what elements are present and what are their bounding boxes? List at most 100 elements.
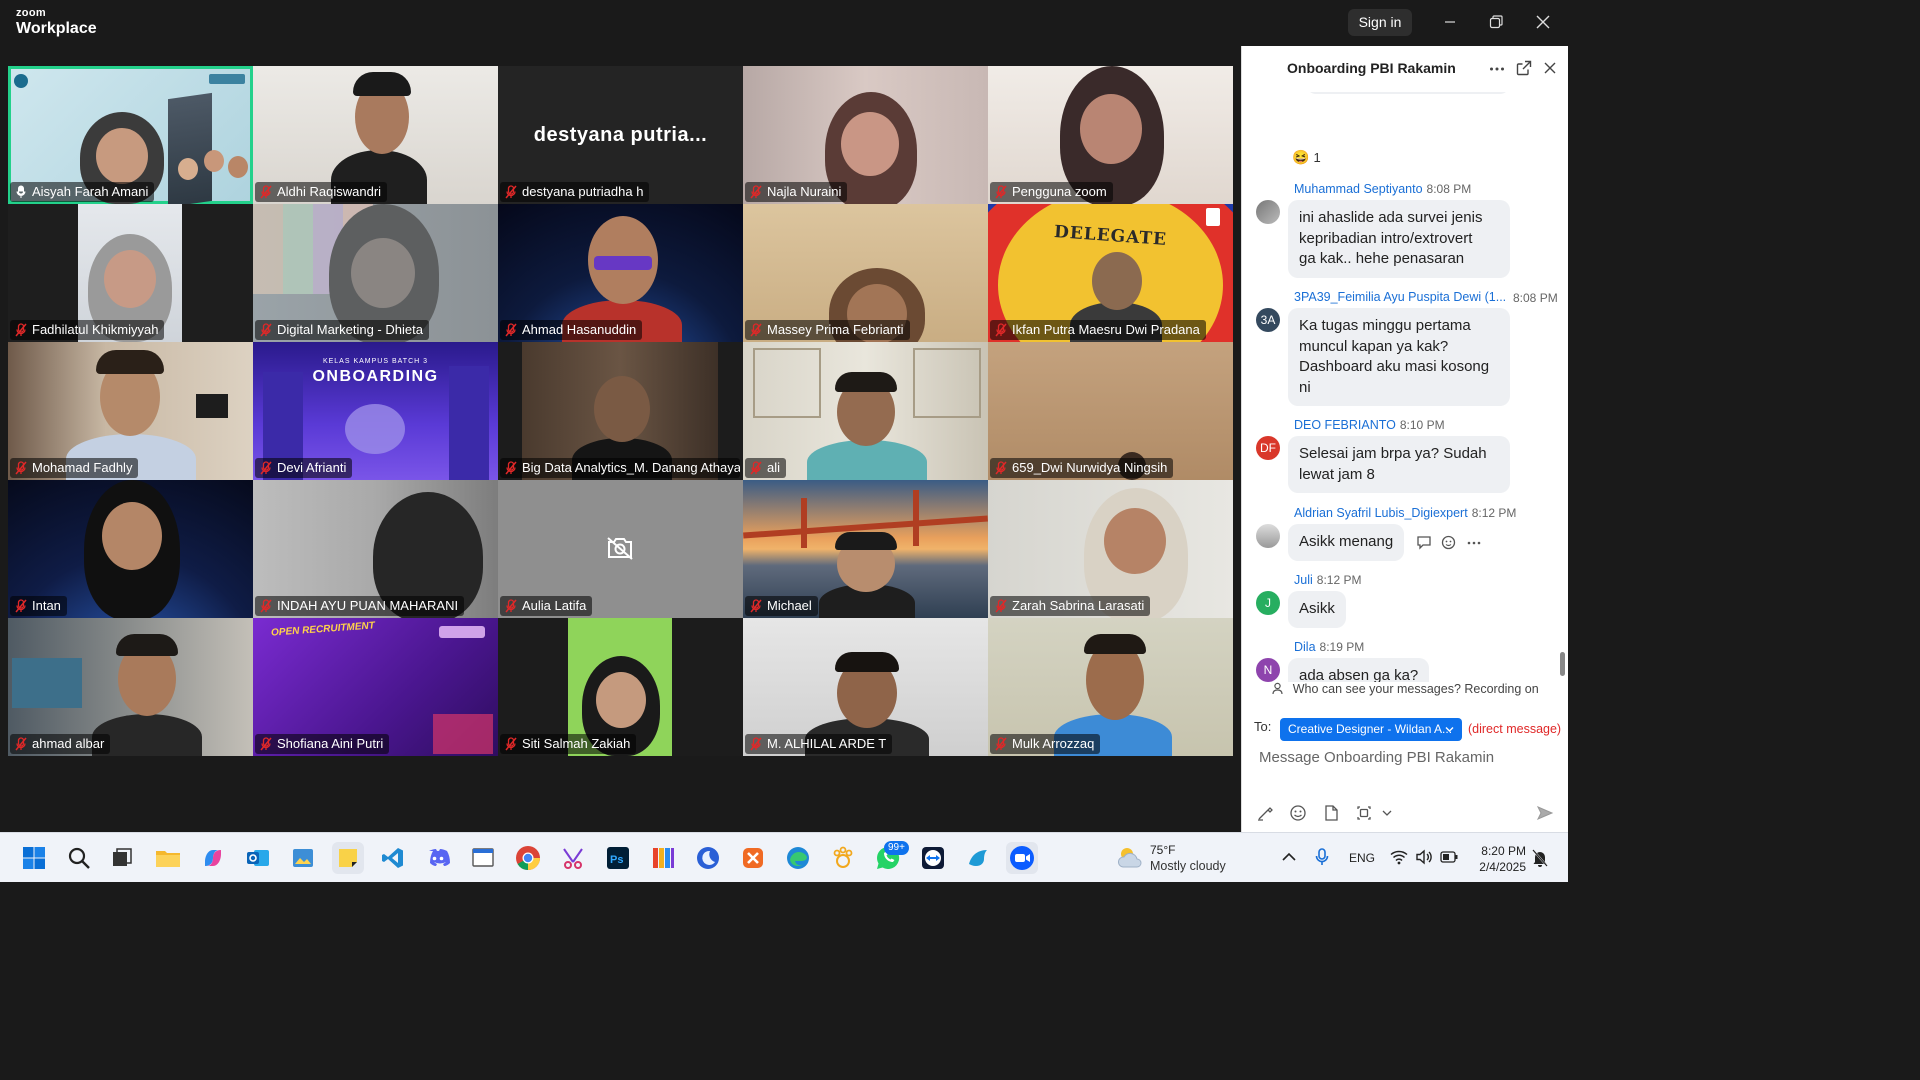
close-window-button[interactable] <box>1528 8 1558 36</box>
add-reaction-icon[interactable] <box>1441 534 1457 550</box>
minimize-button[interactable] <box>1435 8 1465 36</box>
zoom-button[interactable] <box>1006 842 1038 874</box>
participant-tile[interactable]: Najla Nuraini <box>743 66 988 204</box>
participant-tile[interactable]: OPEN RECRUITMENT Shofiana Aini Putri <box>253 618 498 756</box>
participant-tile[interactable]: INDAH AYU PUAN MAHARANI <box>253 480 498 618</box>
muted-microphone-icon <box>260 737 272 751</box>
message-input[interactable]: Message Onboarding PBI Rakamin <box>1259 749 1494 766</box>
volume-icon[interactable] <box>1415 849 1433 865</box>
participant-tile[interactable]: KELAS KAMPUS BATCH 3 ONBOARDING Devi Afr… <box>253 342 498 480</box>
edge-button[interactable] <box>782 842 814 874</box>
weather-app-button[interactable] <box>692 842 724 874</box>
more-actions-icon[interactable] <box>1467 540 1481 546</box>
cloudy-weather-icon[interactable] <box>1116 845 1144 871</box>
system-clock[interactable]: 8:20 PM 2/4/2025 <box>1474 843 1526 875</box>
start-button[interactable] <box>18 842 50 874</box>
participant-tile[interactable]: DELEGATE Ikfan Putra Maesru Dwi Pradana <box>988 204 1233 342</box>
paw-icon <box>833 846 853 868</box>
photos-button[interactable] <box>287 842 319 874</box>
participant-name: ali <box>767 460 781 475</box>
puzzle-app-icon <box>743 848 763 868</box>
chevron-up-icon[interactable] <box>1282 852 1296 862</box>
paw-app-button[interactable] <box>827 842 859 874</box>
photoshop-button[interactable]: Ps <box>602 842 634 874</box>
participant-tile[interactable]: Siti Salmah Zakiah <box>498 618 743 756</box>
reaction-chip[interactable]: 😆 1 <box>1292 149 1321 166</box>
muted-microphone-icon <box>750 323 762 337</box>
participant-name: 659_Dwi Nurwidya Ningsih <box>1012 460 1168 475</box>
privacy-icon <box>1272 682 1283 695</box>
participant-tile[interactable]: M. ALHILAL ARDE T <box>743 618 988 756</box>
participant-tile[interactable]: Aulia Latifa <box>498 480 743 618</box>
participant-tile[interactable]: Zarah Sabrina Larasati <box>988 480 1233 618</box>
participant-tile[interactable]: Intan <box>8 480 253 618</box>
search-button[interactable] <box>63 842 95 874</box>
participant-name: Mohamad Fadhly <box>32 460 133 475</box>
participant-name: Ikfan Putra Maesru Dwi Pradana <box>1012 322 1200 337</box>
participant-tile[interactable]: Aldhi Raqiswandri <box>253 66 498 204</box>
file-explorer-button[interactable] <box>152 842 184 874</box>
discord-button[interactable] <box>422 842 454 874</box>
participant-tile[interactable]: Massey Prima Febrianti <box>743 204 988 342</box>
participant-name: Big Data Analytics_M. Danang Athaya <box>522 460 740 475</box>
outlook-button[interactable] <box>242 842 274 874</box>
participant-name: Aisyah Farah Amani <box>32 184 149 199</box>
bird-app-button[interactable] <box>962 842 994 874</box>
participant-hair <box>1084 634 1146 654</box>
bird-app-icon <box>969 850 987 866</box>
sign-in-button[interactable]: Sign in <box>1348 9 1412 36</box>
muted-microphone-icon <box>750 461 762 475</box>
snipping-tool-icon <box>563 848 583 869</box>
task-view-button[interactable] <box>106 842 138 874</box>
teamviewer-button[interactable] <box>917 842 949 874</box>
participant-tile[interactable]: ali <box>743 342 988 480</box>
brand-top-text: zoom <box>16 7 46 19</box>
send-icon[interactable] <box>1536 804 1554 822</box>
wifi-icon[interactable] <box>1390 849 1408 865</box>
screenshot-icon[interactable] <box>1355 804 1373 822</box>
participant-tile[interactable]: Mulk Arrozzaq <box>988 618 1233 756</box>
participant-tile[interactable]: ahmad albar <box>8 618 253 756</box>
copilot-button[interactable] <box>197 842 229 874</box>
reply-icon[interactable] <box>1416 534 1432 550</box>
design-app-button[interactable] <box>647 842 679 874</box>
microphone-icon[interactable] <box>1315 848 1329 866</box>
app-window-button[interactable] <box>467 842 499 874</box>
privacy-notice[interactable]: Who can see your messages? Recording on <box>1242 682 1569 700</box>
pop-out-icon[interactable] <box>1516 60 1532 76</box>
participant-tile[interactable]: Ahmad Hasanuddin <box>498 204 743 342</box>
notification-bell-icon[interactable] <box>1532 849 1548 867</box>
sticky-notes-button[interactable] <box>332 842 364 874</box>
file-icon[interactable] <box>1322 804 1340 822</box>
participant-tile[interactable]: Aisyah Farah Amani <box>8 66 253 204</box>
language-indicator[interactable]: ENG <box>1349 851 1375 865</box>
restore-button[interactable] <box>1481 8 1511 36</box>
muted-microphone-icon <box>750 185 762 199</box>
participant-tile[interactable]: 659_Dwi Nurwidya Ningsih <box>988 342 1233 480</box>
snipping-tool-button[interactable] <box>557 842 589 874</box>
chrome-button[interactable] <box>512 842 544 874</box>
more-options-icon[interactable] <box>1489 62 1505 76</box>
chevron-down-icon[interactable] <box>1382 804 1392 822</box>
background-text: ONBOARDING <box>312 368 439 385</box>
vscode-button[interactable] <box>377 842 409 874</box>
battery-icon[interactable] <box>1440 851 1458 863</box>
participant-tile[interactable]: Mohamad Fadhly <box>8 342 253 480</box>
recipient-select[interactable]: Creative Designer - Wildan A... <box>1280 718 1462 741</box>
participant-tile[interactable]: Fadhilatul Khikmiyyah <box>8 204 253 342</box>
participant-tile[interactable]: Big Data Analytics_M. Danang Athaya <box>498 342 743 480</box>
emoji-icon[interactable] <box>1289 804 1307 822</box>
format-text-icon[interactable] <box>1256 804 1274 822</box>
participant-name-tag: Siti Salmah Zakiah <box>500 734 637 754</box>
participant-tile[interactable]: destyana putria... destyana putriadha h <box>498 66 743 204</box>
participant-tile[interactable]: Pengguna zoom <box>988 66 1233 204</box>
participant-tile[interactable]: Digital Marketing - Dhieta <box>253 204 498 342</box>
glasses-glare <box>594 256 652 270</box>
chat-scrollbar[interactable] <box>1560 652 1565 676</box>
participant-tile[interactable]: Michael <box>743 480 988 618</box>
participant-name: Ahmad Hasanuddin <box>522 322 637 337</box>
postman-button[interactable] <box>737 842 769 874</box>
app-window-icon <box>472 848 494 867</box>
background-bridge-tower <box>913 490 919 546</box>
close-chat-icon[interactable] <box>1544 62 1556 74</box>
